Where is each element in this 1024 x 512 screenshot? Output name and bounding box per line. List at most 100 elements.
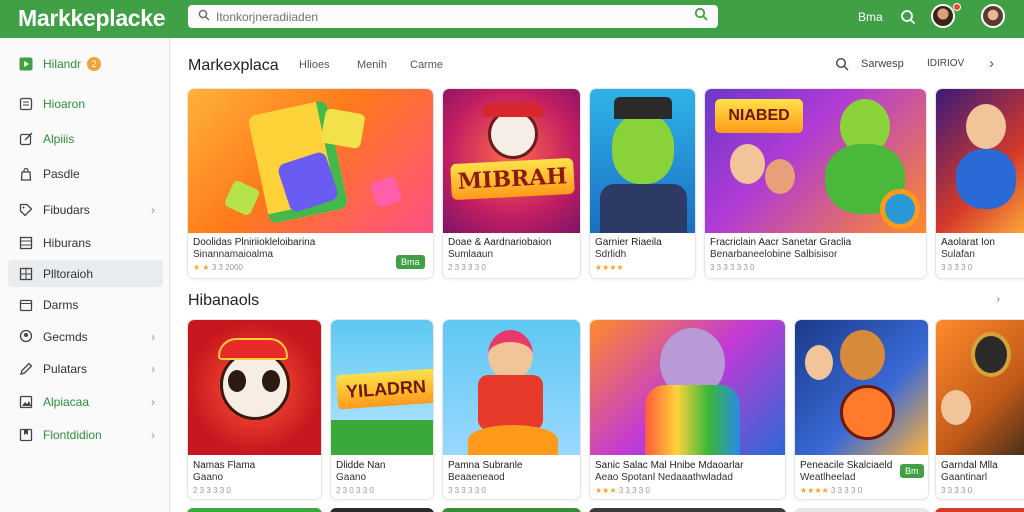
sidebar-item-hioaron[interactable]: Hioaron xyxy=(8,90,163,117)
app-card[interactable]: Garnier Riaeila Sdrlidh ★★★★ xyxy=(589,88,696,279)
search-input[interactable] xyxy=(216,9,694,24)
app-card[interactable]: Pamna Subranle Beaaeneaod 3 3 3 3 3 0 xyxy=(442,319,581,500)
app-card[interactable]: Peneacile Skalciaeld Weatlheelad ★★★★ 3 … xyxy=(794,319,929,500)
tab-carme[interactable]: Carme xyxy=(410,59,443,71)
card-title: Garndal Mlla xyxy=(941,460,998,471)
sidebar-item-label: Alpiiis xyxy=(43,131,75,146)
card-meta: 3 3 3 3 3 3 0 xyxy=(710,263,755,272)
app-card[interactable]: Doolidas Plniriiokleloibarina Sinannamai… xyxy=(187,88,434,279)
sidebar-item-hiburans[interactable]: Hiburans xyxy=(8,229,163,256)
tab-menih[interactable]: Menih xyxy=(357,59,387,71)
install-button[interactable]: Bm xyxy=(900,464,924,478)
page-title: Markexplaca xyxy=(188,57,279,74)
card-thumbnail xyxy=(188,320,321,455)
avatar[interactable] xyxy=(931,4,955,28)
card-subtitle: Sinannamaioalma xyxy=(193,249,274,260)
chevron-right-icon[interactable]: › xyxy=(997,294,1000,305)
section-title: Hibanaols xyxy=(188,292,260,309)
sidebar-item-gecmds[interactable]: Gecmds › xyxy=(8,323,163,350)
profile-avatar[interactable] xyxy=(981,4,1005,28)
card-meta-text: 3 3 3 3 0 xyxy=(618,486,650,495)
sidebar-item-hilandr[interactable]: Hilandr 2 xyxy=(8,50,163,77)
card-meta: ★ ★ 3 3 2000 xyxy=(193,263,243,272)
card-thumbnail: YILADRN xyxy=(331,320,433,455)
card-subtitle: Weatlheelad xyxy=(800,472,856,483)
card-subtitle: Beaaeneaod xyxy=(448,472,505,483)
sidebar-item-flontdidion[interactable]: Flontdidion › xyxy=(8,421,163,448)
sidebar-item-label: Pulatars xyxy=(43,361,88,376)
tab-hlioes[interactable]: Hlioes xyxy=(299,59,330,71)
card-thumbnail xyxy=(795,320,928,455)
bag-icon xyxy=(18,166,34,182)
app-card[interactable]: Aaolarat Ion Sulafan 3 3 3 3 0 xyxy=(935,88,1024,279)
card-thumbnail xyxy=(188,89,433,233)
top-bar: Markkeplacke Bma xyxy=(0,0,1024,38)
sidebar-item-pulatars[interactable]: Pulatars › xyxy=(8,355,163,382)
app-card[interactable]: Garndal Mlla Gaantinarl 3 3 3 3 0 xyxy=(935,319,1024,500)
main-content: Markexplaca Hlioes Menih Carme Sarwesp I… xyxy=(171,38,1024,512)
notification-badge xyxy=(953,3,961,11)
next-row-peek xyxy=(187,508,1024,512)
edit-icon xyxy=(18,131,34,147)
card-meta: 3 3 3 3 0 xyxy=(941,486,973,495)
rating-stars: ★ ★ xyxy=(193,263,210,272)
app-logo[interactable]: Markkeplacke xyxy=(18,5,166,32)
sidebar-item-alpiacaa[interactable]: Alpiacaa › xyxy=(8,388,163,415)
sidebar-item-label: Darms xyxy=(43,297,79,312)
rating-stars: ★★★★ xyxy=(800,486,829,495)
sort-label[interactable]: Sarwesp xyxy=(861,58,904,70)
card-title: Dlidde Nan xyxy=(336,460,386,471)
sidebar: Hilandr 2 Hioaron Alpiiis Pasdle Fibudar… xyxy=(0,38,170,512)
sidebar-item-plltoraioh[interactable]: Plltoraioh xyxy=(8,260,163,287)
chevron-right-icon: › xyxy=(151,394,155,409)
card-subtitle: Sumlaaun xyxy=(448,249,494,260)
top-menu-label[interactable]: Bma xyxy=(858,10,883,24)
sidebar-item-label: Hioaron xyxy=(43,96,86,111)
sidebar-item-label: Gecmds xyxy=(43,329,88,344)
app-card[interactable]: YILADRN Dlidde Nan Gaano 2 3 0 3 3 0 xyxy=(330,319,434,500)
card-title: Doae & Aardnariobaion xyxy=(448,237,552,248)
app-card[interactable]: NIABED Fracriclain Aacr Sanetar Graclia … xyxy=(704,88,927,279)
bookmark-icon xyxy=(18,427,34,443)
chevron-right-icon: › xyxy=(151,202,155,217)
sidebar-item-label: Hiburans xyxy=(43,235,92,250)
filter-dropdown[interactable]: IDIRIOV xyxy=(927,58,964,69)
app-card[interactable]: Namas Flama Gaano 2 3 3 3 3 0 xyxy=(187,319,322,500)
sidebar-item-fibudars[interactable]: Fibudars › xyxy=(8,196,163,223)
count-badge: 2 xyxy=(87,56,102,71)
sidebar-item-pasdle[interactable]: Pasdle xyxy=(8,160,163,187)
search-bar[interactable] xyxy=(188,5,718,28)
image-icon xyxy=(18,394,34,410)
install-button[interactable]: Bma xyxy=(396,255,425,269)
card-title: Garnier Riaeila xyxy=(595,237,662,248)
sidebar-item-darms[interactable]: Darms xyxy=(8,291,163,318)
card-meta: 2 3 0 3 3 0 xyxy=(336,486,374,495)
card-meta: 3 3 3 3 3 0 xyxy=(448,486,486,495)
chevron-right-icon: › xyxy=(151,361,155,376)
list-icon xyxy=(18,235,34,251)
play-box-icon xyxy=(18,56,34,72)
card-meta: 2 3 3 3 3 0 xyxy=(193,486,231,495)
search-icon[interactable] xyxy=(835,57,849,74)
clipboard-icon xyxy=(18,96,34,112)
card-title: Doolidas Plniriiokleloibarina xyxy=(193,237,316,248)
card-title: Aaolarat Ion xyxy=(941,237,995,248)
sidebar-item-alpiiis[interactable]: Alpiiis xyxy=(8,125,163,152)
card-meta-text: 3 3 3 3 0 xyxy=(830,486,863,495)
chevron-right-icon: › xyxy=(151,427,155,442)
card-thumbnail: NIABED xyxy=(705,89,926,233)
card-subtitle: Sulafan xyxy=(941,249,975,260)
help-icon[interactable] xyxy=(900,9,916,30)
app-card[interactable]: MIBRAH Doae & Aardnariobaion Sumlaaun 2 … xyxy=(442,88,581,279)
card-title: Pamna Subranle xyxy=(448,460,523,471)
chevron-right-icon: › xyxy=(151,329,155,344)
search-submit-icon[interactable] xyxy=(694,7,708,26)
card-meta: ★★★ 3 3 3 3 0 xyxy=(595,486,650,495)
card-title: Namas Flama xyxy=(193,460,256,471)
app-card[interactable]: Sanic Salac Mal Hnibe Mdaoarlar Aeao Spo… xyxy=(589,319,786,500)
sidebar-item-label: Fibudars xyxy=(43,202,90,217)
pen-icon xyxy=(18,361,34,377)
chevron-right-icon[interactable]: › xyxy=(989,55,994,72)
card-meta: 2 3 3 3 3 0 xyxy=(448,263,486,272)
box-icon xyxy=(18,297,34,313)
